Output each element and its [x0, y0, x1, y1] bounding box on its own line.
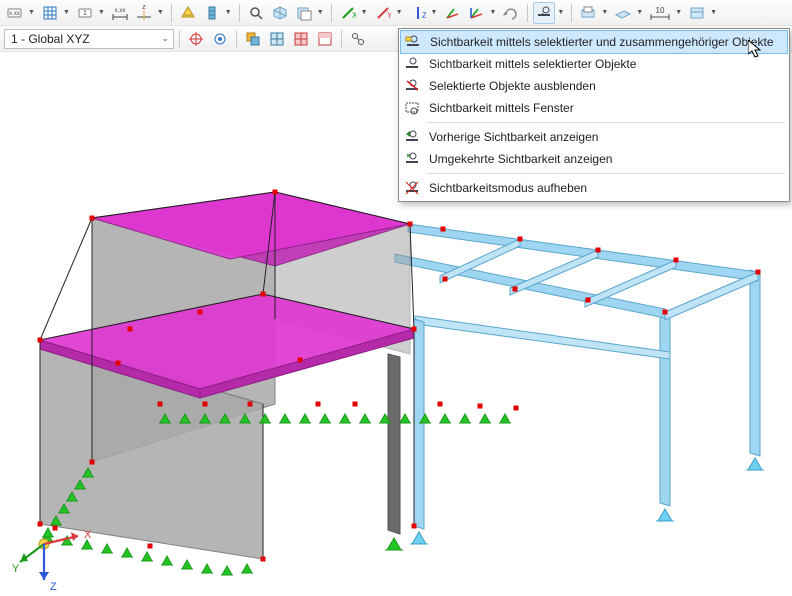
visibility-menu: Sichtbarkeit mittels selektierter und zu… [398, 28, 790, 202]
svg-text:10: 10 [656, 6, 665, 15]
zoom-button[interactable] [245, 2, 267, 24]
select-value: 1 - Global XYZ [11, 32, 90, 46]
separator [341, 30, 342, 48]
menu-visibility-window[interactable]: Sichtbarkeit mittels Fenster [399, 97, 789, 119]
visibility-prev-icon [403, 128, 421, 146]
ucs-x-button[interactable]: X [337, 2, 359, 24]
dropdown-arrow-icon[interactable]: ▼ [710, 9, 719, 16]
axis-z-label: Z [50, 581, 57, 593]
menu-label: Umgekehrte Sichtbarkeit anzeigen [429, 152, 779, 166]
axis-y-label: Y [12, 563, 20, 575]
grid-blue-button[interactable] [266, 28, 288, 50]
menu-visibility-prev[interactable]: Vorherige Sichtbarkeit anzeigen [399, 126, 789, 148]
separator [236, 30, 237, 48]
menu-separator [427, 122, 785, 123]
svg-text:X: X [352, 11, 356, 20]
xxx-tag-button[interactable]: x.xx [4, 2, 26, 24]
visibility-window-icon [403, 99, 421, 117]
fe-member-button[interactable] [201, 2, 223, 24]
scale-button[interactable]: 10 [647, 2, 673, 24]
ucs-z-button[interactable]: Z [407, 2, 429, 24]
chevron-down-icon: ⌄ [161, 33, 169, 44]
separator [331, 4, 332, 22]
dropdown-arrow-icon[interactable]: ▼ [361, 9, 370, 16]
visibility-clear-icon [403, 179, 421, 197]
separator [527, 4, 528, 22]
hide-selected-icon [403, 77, 421, 95]
separator [571, 4, 572, 22]
ruler-z-button[interactable]: z [133, 2, 155, 24]
svg-text:1: 1 [83, 10, 87, 17]
plane-button[interactable] [612, 2, 634, 24]
ruler-xxx-button[interactable]: x.xx [109, 2, 131, 24]
dropdown-arrow-icon[interactable]: ▼ [601, 9, 610, 16]
grid-reda-button[interactable] [314, 28, 336, 50]
svg-text:Z: Z [422, 11, 426, 20]
menu-label: Sichtbarkeitsmodus aufheben [429, 181, 779, 195]
ucs-y-button[interactable]: Y [372, 2, 394, 24]
dropdown-arrow-icon[interactable]: ▼ [225, 9, 234, 16]
overlay-button[interactable] [242, 28, 264, 50]
ucs-neg-button[interactable] [465, 2, 487, 24]
table-button[interactable] [686, 2, 708, 24]
dropdown-arrow-icon[interactable]: ▼ [675, 9, 684, 16]
svg-text:Y: Y [387, 11, 391, 20]
ucs-flip-button[interactable] [500, 2, 522, 24]
grid-button[interactable] [39, 2, 61, 24]
dropdown-arrow-icon[interactable]: ▼ [98, 9, 107, 16]
menu-label: Sichtbarkeit mittels selektierter Objekt… [429, 57, 779, 71]
menu-separator [427, 173, 785, 174]
svg-text:z: z [142, 5, 146, 11]
menu-visibility-clear[interactable]: Sichtbarkeitsmodus aufheben [399, 177, 789, 199]
dropdown-arrow-icon[interactable]: ▼ [431, 9, 440, 16]
isometric-button[interactable] [269, 2, 291, 24]
menu-label: Selektierte Objekte ausblenden [429, 79, 779, 93]
menu-label: Vorherige Sichtbarkeit anzeigen [429, 130, 779, 144]
point-supports [385, 458, 764, 550]
dropdown-arrow-icon[interactable]: ▼ [396, 9, 405, 16]
svg-text:x.xx: x.xx [114, 8, 125, 14]
view-button[interactable] [577, 2, 599, 24]
section-button[interactable] [293, 2, 315, 24]
axis-x-label: X [84, 529, 92, 541]
dropdown-arrow-icon[interactable]: ▼ [28, 9, 37, 16]
menu-hide-selected[interactable]: Selektierte Objekte ausblenden [399, 75, 789, 97]
axis-gizmo: X Y Z [12, 529, 92, 593]
menu-visibility-selected[interactable]: Sichtbarkeit mittels selektierter Objekt… [399, 53, 789, 75]
dropdown-arrow-icon[interactable]: ▼ [317, 9, 326, 16]
visibility-selected-icon [403, 55, 421, 73]
grid-redb-button[interactable] [290, 28, 312, 50]
target2-button[interactable] [209, 28, 231, 50]
ucs-xy-button[interactable] [441, 2, 463, 24]
visibility-invert-icon [403, 150, 421, 168]
tool-button[interactable] [347, 28, 369, 50]
menu-label: Sichtbarkeit mittels Fenster [429, 101, 779, 115]
menu-visibility-invert[interactable]: Umgekehrte Sichtbarkeit anzeigen [399, 148, 789, 170]
separator [179, 30, 180, 48]
target1-button[interactable] [185, 28, 207, 50]
svg-text:x.xx: x.xx [9, 11, 20, 17]
dropdown-arrow-icon[interactable]: ▼ [636, 9, 645, 16]
dropdown-arrow-icon[interactable]: ▼ [63, 9, 72, 16]
coordinate-system-select[interactable]: 1 - Global XYZ ⌄ [4, 29, 174, 49]
dropdown-arrow-icon[interactable]: ▼ [489, 9, 498, 16]
dropdown-arrow-icon[interactable]: ▼ [557, 9, 566, 16]
menu-label: Sichtbarkeit mittels selektierter und zu… [430, 35, 778, 49]
separator [239, 4, 240, 22]
toolbar-row-1: x.xx▼ ▼ 1▼ x.xx z▼ ▼ ▼ X▼ Y▼ Z▼ ▼ ▼ ▼ ▼ … [0, 0, 792, 26]
fe-surface-button[interactable] [177, 2, 199, 24]
menu-visibility-related[interactable]: Sichtbarkeit mittels selektierter und zu… [400, 30, 788, 54]
separator [171, 4, 172, 22]
steel-frame [395, 224, 760, 529]
number-tag-button[interactable]: 1 [74, 2, 96, 24]
dropdown-arrow-icon[interactable]: ▼ [157, 9, 166, 16]
visibility-mode-button[interactable] [533, 2, 555, 24]
visibility-related-icon [404, 33, 422, 51]
